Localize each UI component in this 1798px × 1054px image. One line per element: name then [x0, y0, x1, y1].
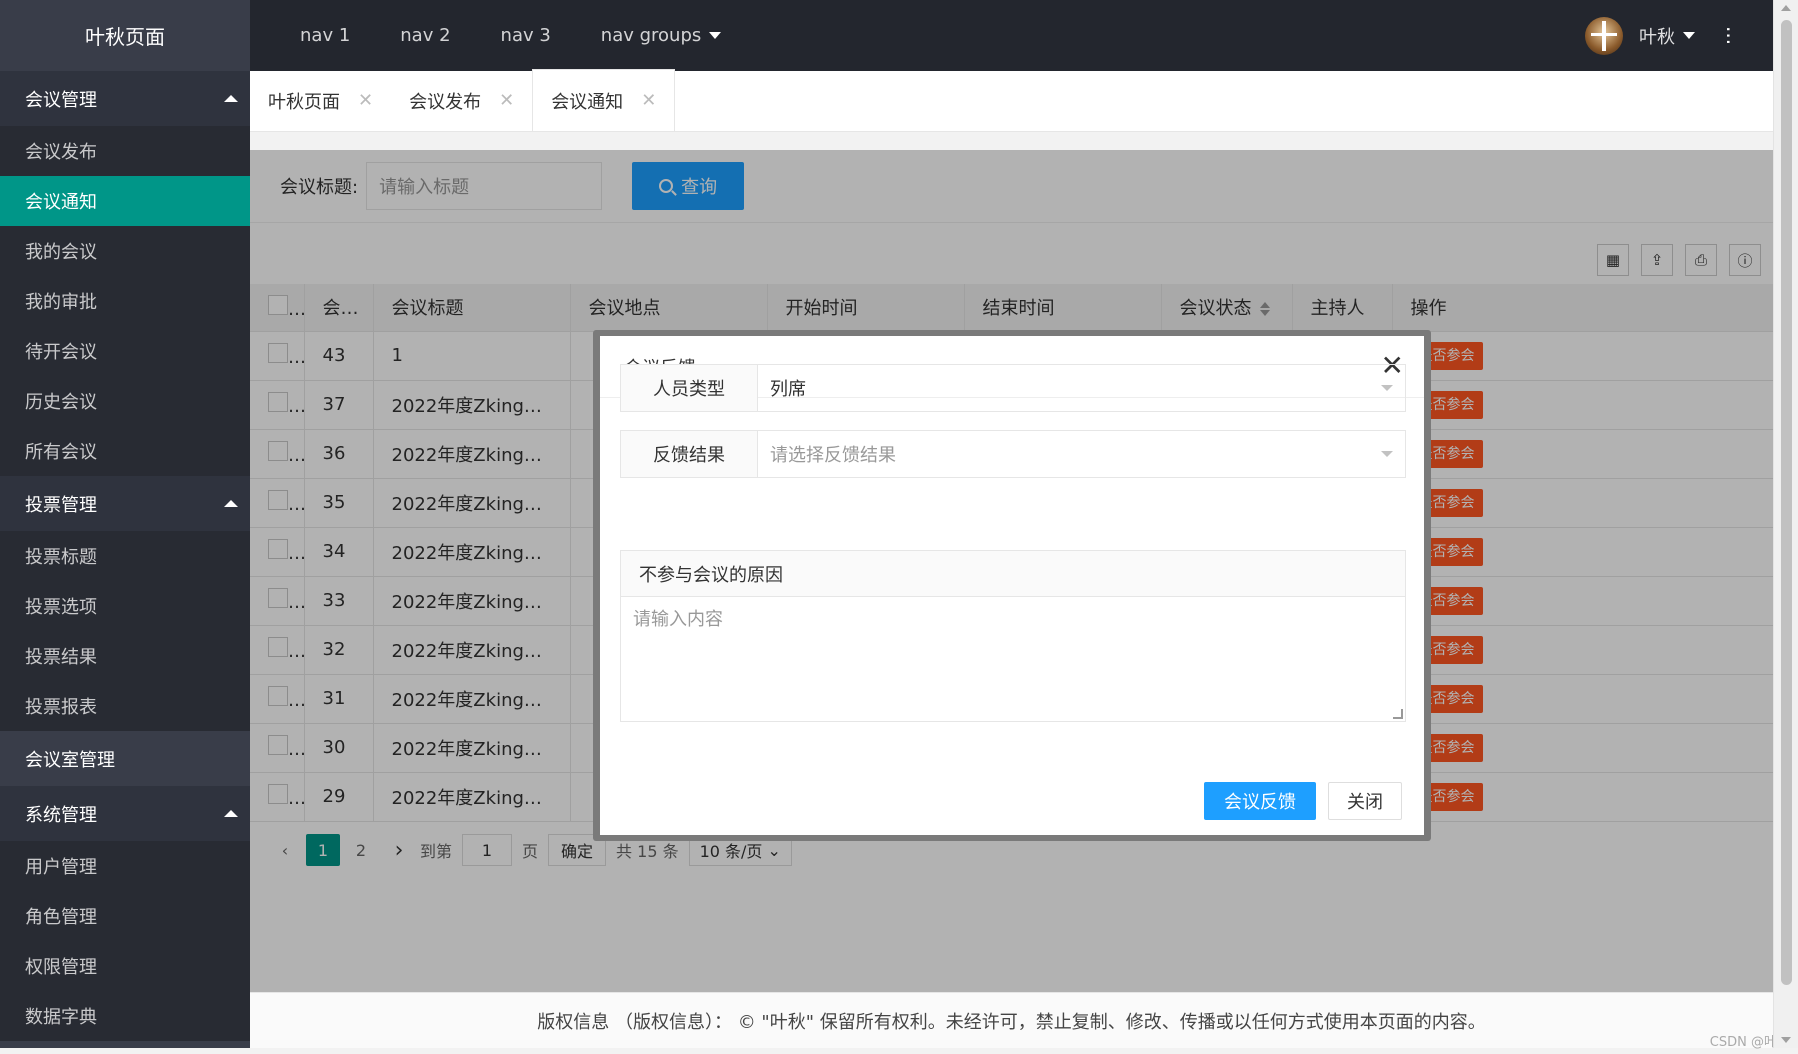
app-logo[interactable]: 叶秋页面: [0, 0, 250, 71]
submit-feedback-button[interactable]: 会议反馈: [1204, 782, 1316, 820]
sidebar-item-my-approval[interactable]: 我的审批: [0, 276, 250, 326]
feedback-result-placeholder: 请选择反馈结果: [770, 445, 896, 466]
sidebar-item-vote-options[interactable]: 投票选项: [0, 581, 250, 631]
reason-label: 不参与会议的原因: [621, 551, 1405, 597]
sidebar-item-users[interactable]: 用户管理: [0, 841, 250, 891]
close-icon[interactable]: ✕: [641, 90, 656, 111]
feedback-result-row: 反馈结果 请选择反馈结果: [620, 430, 1406, 478]
scrollbar-thumb[interactable]: [1781, 20, 1792, 985]
scroll-up-icon[interactable]: [1781, 5, 1791, 11]
nav-item-3[interactable]: nav 3: [501, 25, 551, 46]
menu-group-system[interactable]: 系统管理: [0, 786, 250, 841]
footer: 版权信息 （版权信息）： © "叶秋" 保留所有权利。未经许可，禁止复制、修改、…: [250, 992, 1773, 1048]
tab-home[interactable]: 叶秋页面 ✕: [250, 70, 391, 131]
sidebar-item-my-meetings[interactable]: 我的会议: [0, 226, 250, 276]
close-icon[interactable]: ✕: [499, 90, 514, 111]
user-area: 叶秋 ···: [1585, 0, 1740, 71]
chevron-down-icon: [1381, 451, 1393, 457]
sidebar-item-all-meetings[interactable]: 所有会议: [0, 426, 250, 476]
close-button[interactable]: 关闭: [1328, 782, 1402, 820]
feedback-result-label: 反馈结果: [621, 431, 758, 477]
caret-up-icon: [224, 95, 238, 102]
person-type-select[interactable]: 列席: [758, 365, 1405, 411]
sidebar-item-history-meetings[interactable]: 历史会议: [0, 376, 250, 426]
caret-down-icon[interactable]: [1683, 32, 1695, 39]
sidebar-item-pending-meetings[interactable]: 待开会议: [0, 326, 250, 376]
person-type-value: 列席: [770, 379, 806, 400]
chevron-down-icon: [1381, 385, 1393, 391]
top-header: nav 1 nav 2 nav 3 nav groups 叶秋 ···: [250, 0, 1773, 71]
modal-buttons: 会议反馈 关闭: [1204, 782, 1402, 820]
tab-label: 会议通知: [551, 91, 624, 113]
tab-meeting-notice[interactable]: 会议通知 ✕: [532, 69, 676, 131]
menu-meeting-items: 会议发布 会议通知 我的会议 我的审批 待开会议 历史会议 所有会议: [0, 126, 250, 476]
reason-placeholder: 请输入内容: [633, 609, 723, 630]
menu-group-vote[interactable]: 投票管理: [0, 476, 250, 531]
person-type-row: 人员类型 列席: [620, 364, 1406, 412]
user-name[interactable]: 叶秋: [1639, 23, 1675, 49]
sidebar-item-meeting-publish[interactable]: 会议发布: [0, 126, 250, 176]
more-vertical-icon[interactable]: ···: [1716, 26, 1740, 45]
sidebar-item-vote-report[interactable]: 投票报表: [0, 681, 250, 731]
sidebar-item-permissions[interactable]: 权限管理: [0, 941, 250, 991]
menu-group-label: 投票管理: [25, 494, 97, 516]
sidebar-item-vote-results[interactable]: 投票结果: [0, 631, 250, 681]
feedback-result-select[interactable]: 请选择反馈结果: [758, 431, 1405, 477]
tab-meeting-publish[interactable]: 会议发布 ✕: [391, 70, 532, 131]
caret-down-icon: [709, 32, 722, 39]
menu-group-label: 系统管理: [25, 804, 97, 826]
menu-vote-items: 投票标题 投票选项 投票结果 投票报表: [0, 531, 250, 731]
reason-textarea[interactable]: 请输入内容: [621, 597, 1405, 721]
scroll-down-icon[interactable]: [1781, 1037, 1791, 1043]
sidebar-item-dictionary[interactable]: 数据字典: [0, 991, 250, 1041]
menu-group-meeting[interactable]: 会议管理: [0, 71, 250, 126]
tab-label: 叶秋页面: [268, 91, 340, 113]
feedback-modal: 会议反馈 ✕ 人员类型 列席 反馈结果 请选择反馈结果 不参与会议的原因 请输入…: [600, 336, 1424, 835]
sidebar-item-meeting-notice[interactable]: 会议通知: [0, 176, 250, 226]
person-type-label: 人员类型: [621, 365, 758, 411]
nav-item-2[interactable]: nav 2: [400, 25, 450, 46]
caret-up-icon: [224, 500, 238, 507]
reason-block: 不参与会议的原因 请输入内容: [620, 550, 1406, 722]
sidebar-item-meeting-room[interactable]: 会议室管理: [0, 731, 250, 786]
menu-system-items: 用户管理 角色管理 权限管理 数据字典: [0, 841, 250, 1041]
vertical-scrollbar[interactable]: [1773, 0, 1798, 1048]
tab-label: 会议发布: [409, 91, 482, 113]
copyright-text: 版权信息 （版权信息）： © "叶秋" 保留所有权利。未经许可，禁止复制、修改、…: [537, 1011, 1486, 1033]
page-tabs: 叶秋页面 ✕ 会议发布 ✕ 会议通知 ✕: [250, 69, 1773, 132]
sidebar: 叶秋页面 会议管理 会议发布 会议通知 我的会议 我的审批 待开会议 历史会议 …: [0, 0, 250, 1048]
avatar[interactable]: [1585, 16, 1623, 55]
menu-group-label: 会议管理: [25, 89, 97, 111]
nav-groups-label: nav groups: [600, 25, 702, 46]
nav-groups-dropdown[interactable]: nav groups: [600, 25, 722, 46]
nav-item-1[interactable]: nav 1: [300, 25, 350, 46]
caret-up-icon: [224, 810, 238, 817]
resize-handle-icon[interactable]: [1393, 709, 1403, 719]
sidebar-item-roles[interactable]: 角色管理: [0, 891, 250, 941]
close-icon[interactable]: ✕: [358, 90, 373, 111]
sidebar-item-vote-title[interactable]: 投票标题: [0, 531, 250, 581]
